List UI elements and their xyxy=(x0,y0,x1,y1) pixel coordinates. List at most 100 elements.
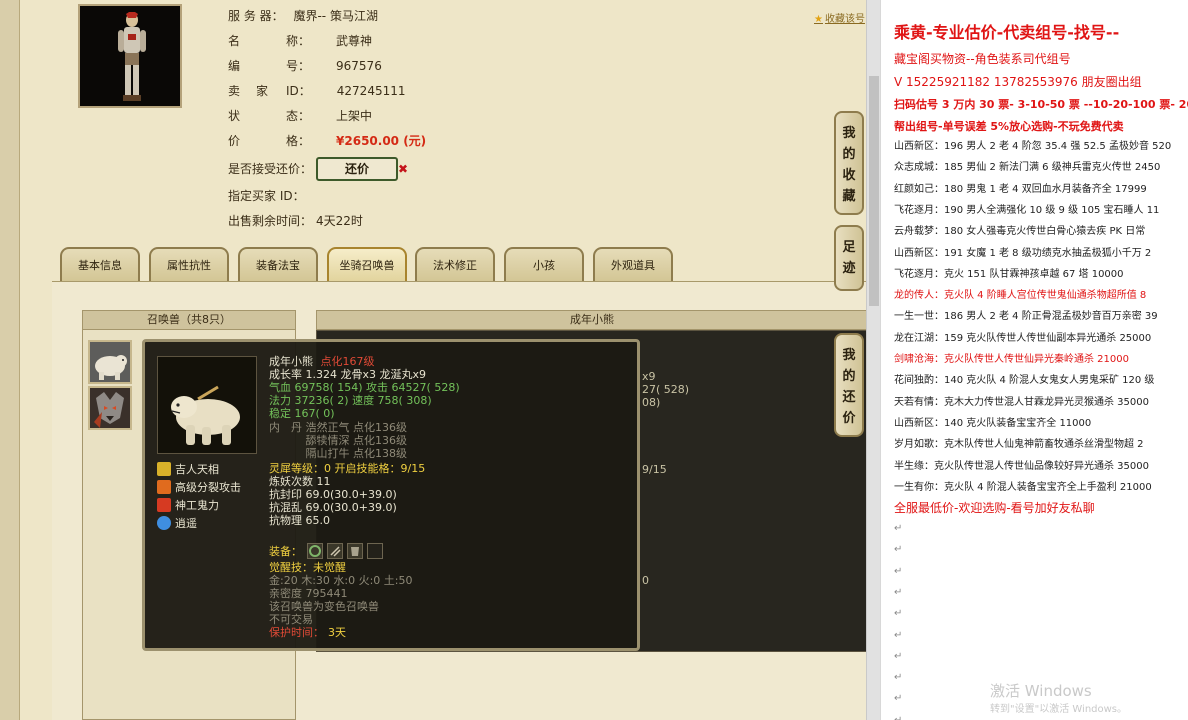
notes-line: V 15225921182 13782553976 朋友圈出组 xyxy=(894,75,1142,89)
tip-intimacy: 亲密度 795441 xyxy=(269,587,348,600)
character-avatar xyxy=(78,4,182,108)
info-row-price: 价 格： ¥2650.00 (元) xyxy=(228,132,426,150)
tip-refine: 炼妖次数 11 xyxy=(269,475,331,488)
activation-watermark-sub: 转到"设置"以激活 Windows。 xyxy=(990,704,1128,715)
notes-empty-line: ↵ xyxy=(894,523,903,534)
scrollbar-thumb[interactable] xyxy=(869,76,879,306)
side-char: 迹 xyxy=(842,261,856,276)
pet-thumb-wolf[interactable] xyxy=(88,386,132,430)
tab-basic-info[interactable]: 基本信息 xyxy=(60,247,140,281)
side-char: 足 xyxy=(842,240,856,255)
counter-offer-button[interactable]: 还价 xyxy=(316,157,398,181)
side-char: 收 xyxy=(842,168,856,183)
side-button-favorites[interactable]: 我 的 收 藏 xyxy=(834,111,864,215)
tip-resist-chaos: 抗混乱 69.0(30.0+39.0) xyxy=(269,501,397,514)
notes-line: 云舟载梦：180 女人强毒克火传世白骨心猿去疾 PK 日常 xyxy=(894,226,1146,238)
tip-skill-3: 神工鬼力 xyxy=(157,498,219,514)
tip-elements: 金:20 木:30 水:0 火:0 土:50 xyxy=(269,574,413,587)
tip-protect-row: 保护时间： 3天 xyxy=(269,626,346,639)
detail-peek-4: 9/15 xyxy=(642,463,667,476)
notes-line: 岁月如歌：克木队传世人仙鬼神箭畜牧通杀丝滑型物超 2 xyxy=(894,439,1144,451)
detail-peek-3: 08) xyxy=(642,396,661,409)
tip-skill-2: 高级分裂攻击 xyxy=(157,480,241,496)
name-value: 武尊神 xyxy=(336,34,373,48)
price-sep: 格： xyxy=(286,134,311,148)
wolf-icon xyxy=(90,388,130,428)
tip-growth: 成长率 1.324 龙骨x3 龙涎丸x9 xyxy=(269,368,426,381)
notes-line: 众志成城：185 男仙 2 新法门满 6 级神兵雷克火传世 2450 xyxy=(894,162,1161,174)
tip-mp: 法力 37236( 2) 速度 758( 308) xyxy=(269,394,432,407)
tip-skill-2-name: 高级分裂攻击 xyxy=(175,481,241,494)
notes-line: 一生有你：克火队 4 阶混人装备宝宝齐全上手盈利 21000 xyxy=(894,481,1152,493)
tip-hp: 气血 69758( 154) 攻击 64527( 528) xyxy=(269,381,460,394)
notes-line: 红颜如己：180 男鬼 1 老 4 双回血水月装备齐全 17999 xyxy=(894,183,1147,195)
game-trade-panel: 服 务 器： 魔界-- 策马江湖 名 称： 武尊神 编 号： 967576 卖 家 ID：… xyxy=(0,0,868,720)
side-char: 我 xyxy=(842,126,856,141)
pet-list-header: 召唤兽（共8只） xyxy=(82,310,296,330)
skill-split-attack-icon xyxy=(157,480,171,494)
polar-bear-icon xyxy=(171,385,240,445)
bear-icon xyxy=(90,342,130,382)
favorite-link-label: 收藏该号 xyxy=(824,14,865,25)
skill-wander-icon xyxy=(157,516,171,530)
tip-protect-label: 保护时间： xyxy=(269,626,324,639)
server-row: 服 务 器： 魔界-- 策马江湖 xyxy=(228,7,378,25)
tip-stability: 稳定 167( 0) xyxy=(269,407,335,420)
tab-equipment[interactable]: 装备法宝 xyxy=(238,247,318,281)
notes-empty-line: ↵ xyxy=(894,586,903,598)
detail-peek-1: x9 xyxy=(642,370,656,383)
detail-peek-5: 0 xyxy=(642,574,649,587)
seller-sep: ID： xyxy=(286,84,311,98)
remaining-time-row: 出售剩余时间： 4天22时 xyxy=(228,212,363,230)
notes-line: 龙在江湖：159 克火队传世人传世仙副本异光通杀 25000 xyxy=(894,332,1152,344)
star-icon: ★ xyxy=(814,14,823,25)
tip-skill-1-name: 吉人天相 xyxy=(175,463,219,476)
equip-armor-icon xyxy=(351,547,359,556)
favorite-link[interactable]: ★ 收藏该号 xyxy=(814,10,865,25)
tab-spells[interactable]: 法术修正 xyxy=(415,247,495,281)
notes-empty-line: ↵ xyxy=(894,565,903,577)
price-value: ¥2650.00 (元) xyxy=(336,134,427,148)
tip-name-row: 成年小熊 点化167级 xyxy=(269,355,375,368)
tip-tradable: 不可交易 xyxy=(269,613,313,626)
name-sep: 称： xyxy=(286,34,311,48)
tip-skill-3-name: 神工鬼力 xyxy=(175,499,219,512)
buyer-id-label: 指定买家 ID： xyxy=(228,189,305,203)
side-char: 藏 xyxy=(842,189,856,204)
skill-divine-power-icon xyxy=(157,498,171,512)
notes-line: 全服最低价-欢迎选购-看号加好友私聊 xyxy=(894,501,1095,516)
tab-mounts-pets[interactable]: 坐骑召唤兽 xyxy=(327,247,407,281)
remaining-label: 出售剩余时间： xyxy=(228,214,313,228)
tab-child[interactable]: 小孩 xyxy=(504,247,584,281)
notes-empty-line: ↵ xyxy=(894,544,903,556)
tip-transform: 该召唤兽为变色召唤兽 xyxy=(269,600,379,613)
tip-awaken: 觉醒技：未觉醒 xyxy=(269,561,346,574)
info-row-name: 名 称： 武尊神 xyxy=(228,32,372,50)
tip-protect-value: 3天 xyxy=(328,626,346,639)
tab-appearance[interactable]: 外观道具 xyxy=(593,247,673,281)
tip-neidan-3: 隔山打牛 点化138级 xyxy=(269,447,407,460)
left-edge xyxy=(0,0,20,720)
tab-attributes[interactable]: 属性抗性 xyxy=(149,247,229,281)
side-button-my-offers[interactable]: 我 的 还 价 xyxy=(834,333,864,437)
notes-empty-line: ↵ xyxy=(894,712,902,720)
side-button-history[interactable]: 足 迹 xyxy=(834,225,864,291)
tip-resist-seal: 抗封印 69.0(30.0+39.0) xyxy=(269,488,397,501)
notes-empty-line: ↵ xyxy=(894,629,903,641)
remaining-value: 4天22时 xyxy=(316,214,363,228)
seller-label: 卖 家 xyxy=(228,84,271,98)
side-char: 我 xyxy=(842,348,856,363)
notes-empty-line: ↵ xyxy=(894,672,903,684)
warrior-figure-icon xyxy=(118,12,146,101)
browser-scrollbar[interactable] xyxy=(866,0,880,720)
notes-line: 山西新区：196 男人 2 老 4 阶忽 35.4 强 52.5 孟极妙音 52… xyxy=(894,141,1172,152)
id-label: 编 xyxy=(228,59,243,73)
skill-luck-icon xyxy=(157,462,171,476)
pet-thumb-bear[interactable] xyxy=(88,340,132,384)
notes-empty-line: ↵ xyxy=(894,693,903,705)
notes-document: 乘黄-专业估价-代卖组号-找号-- 藏宝阁买物资--角色装系司代组号 V 1522… xyxy=(880,0,1188,720)
info-row-id: 编 号： 967576 xyxy=(228,57,382,75)
notes-empty-line: ↵ xyxy=(894,608,903,620)
server-value: 魔界-- 策马江湖 xyxy=(293,9,378,23)
tip-resist-phys: 抗物理 65.0 xyxy=(269,514,330,527)
